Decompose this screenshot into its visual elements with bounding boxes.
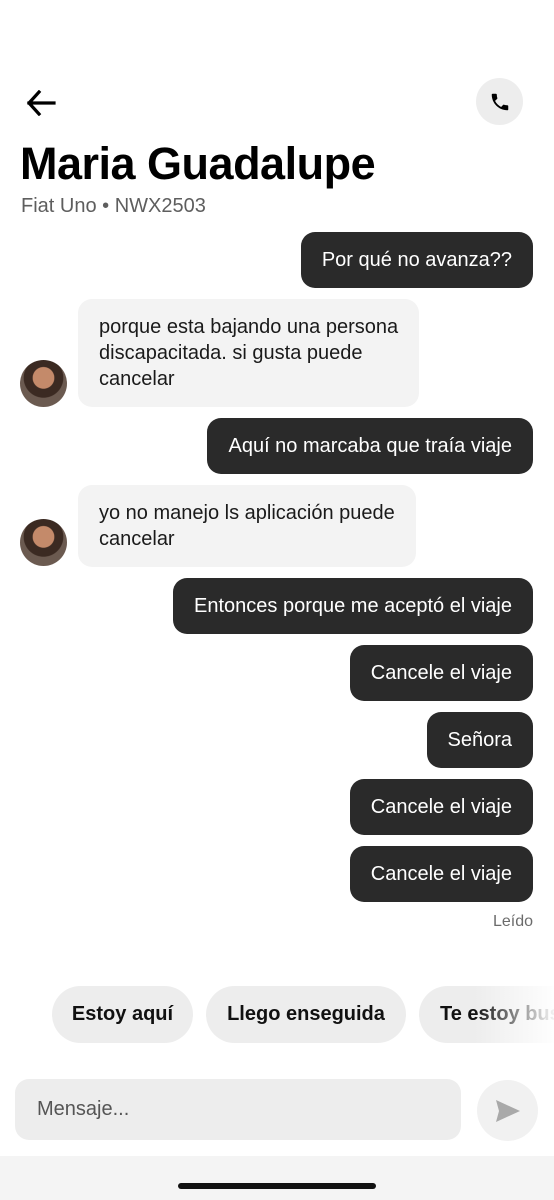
system-bar	[0, 1156, 554, 1200]
message-received: yo no manejo ls aplicación puede cancela…	[78, 485, 416, 567]
scroll-fade	[474, 986, 554, 1044]
message-text-line: yo no manejo ls aplicación puede	[99, 502, 395, 524]
message-text: Cancele el viaje	[370, 863, 512, 885]
message-sent: Aquí no marcaba que traía viaje	[207, 418, 533, 474]
message-sent: Cancele el viaje	[349, 779, 533, 835]
message-text: Aquí no marcaba que traía viaje	[228, 435, 512, 457]
message-sent: Cancele el viaje	[349, 846, 533, 902]
message-text: Entonces porque me aceptó el viaje	[194, 595, 512, 617]
send-icon	[495, 1099, 520, 1122]
quick-reply-chip[interactable]: Estoy aquí	[52, 986, 193, 1043]
quick-reply-chip[interactable]: Llego enseguida	[206, 986, 406, 1043]
back-button[interactable]	[18, 80, 64, 126]
driver-avatar	[20, 519, 67, 566]
message-text-line: porque esta bajando una persona	[99, 316, 399, 338]
message-text-line: discapacitada. si gusta puede	[99, 342, 363, 364]
message-text-line: cancelar	[99, 528, 175, 550]
read-receipt: Leído	[492, 913, 533, 930]
contact-name: Maria Guadalupe	[20, 138, 376, 189]
send-button[interactable]	[477, 1080, 538, 1141]
home-indicator[interactable]	[178, 1183, 376, 1189]
driver-avatar	[20, 360, 67, 407]
message-sent: Señora	[426, 712, 533, 768]
message-input[interactable]	[15, 1079, 461, 1140]
message-text: Cancele el viaje	[370, 796, 512, 818]
vehicle-info: Fiat Uno • NWX2503	[21, 195, 206, 217]
message-sent: Por qué no avanza??	[300, 232, 533, 288]
quick-replies: Estoy aquí Llego enseguida Te estoy busc…	[0, 986, 554, 1044]
chat-screen: Maria Guadalupe Fiat Uno • NWX2503 Por q…	[0, 0, 554, 1200]
message-text-line: cancelar	[99, 368, 175, 390]
call-button[interactable]	[476, 78, 523, 125]
message-received: porque esta bajando una persona discapac…	[78, 299, 420, 407]
arrow-left-icon	[26, 90, 56, 116]
message-sent: Cancele el viaje	[349, 645, 533, 701]
message-text: Señora	[447, 729, 513, 751]
message-text: Por qué no avanza??	[321, 249, 512, 271]
phone-icon	[491, 93, 508, 110]
message-text: Cancele el viaje	[370, 662, 512, 684]
message-sent: Entonces porque me aceptó el viaje	[173, 578, 533, 634]
